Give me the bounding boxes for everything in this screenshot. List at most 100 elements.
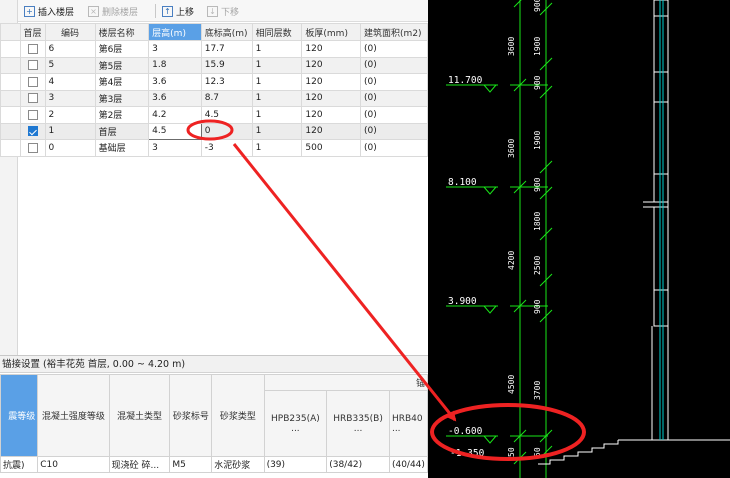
floor-row[interactable]: 3 第3层 3.6 8.7 1 120 (0) — [0, 89, 428, 107]
cell-bottom-elevation[interactable]: 8.7 — [200, 89, 253, 107]
col-hrb335[interactable]: HRB335(B) ... — [326, 390, 390, 457]
cell-bottom-elevation[interactable]: 4.5 — [200, 106, 253, 124]
row-indicator[interactable] — [0, 139, 21, 157]
cell-floor-height[interactable]: 3.6 — [148, 73, 202, 91]
col-mortar-grade[interactable]: 砂浆标号 — [169, 374, 213, 457]
cell-slab-thickness[interactable]: 120 — [301, 56, 362, 74]
first-floor-checkbox-box[interactable] — [27, 43, 38, 54]
cell-code[interactable]: 6 — [44, 40, 96, 58]
col-slab-thickness[interactable]: 板厚(mm) — [301, 23, 362, 41]
cell-floor-height[interactable]: 3 — [148, 40, 202, 58]
cell-same-floors[interactable]: 1 — [251, 106, 303, 124]
cell-bottom-elevation[interactable]: 0 — [200, 122, 253, 140]
col-concrete-grade[interactable]: 混凝土强度等级 — [37, 374, 110, 457]
row-indicator[interactable] — [0, 106, 21, 124]
cell-bottom-elevation[interactable]: 12.3 — [200, 73, 253, 91]
cell-floor-height[interactable]: 3 — [148, 139, 202, 157]
cell-slab-thickness[interactable]: 120 — [301, 106, 362, 124]
first-floor-checkbox-box[interactable] — [27, 126, 38, 136]
cell-building-area[interactable]: (0) — [360, 106, 428, 124]
first-floor-checkbox[interactable] — [19, 40, 46, 58]
anchor-row[interactable]: 抗震) C10 现浇砼 碎... M5 水泥砂浆 (39) (38/42) (4… — [0, 456, 428, 473]
cell-slab-thickness[interactable]: 120 — [301, 73, 362, 91]
cell-same-floors[interactable]: 1 — [251, 89, 303, 107]
cell-bottom-elevation[interactable]: 15.9 — [200, 56, 253, 74]
first-floor-checkbox[interactable] — [19, 122, 46, 140]
cell-same-floors[interactable]: 1 — [251, 122, 303, 140]
cell-bottom-elevation[interactable]: 17.7 — [200, 40, 253, 58]
cell-floor-height[interactable]: 1.8 — [148, 56, 202, 74]
col-floor-name[interactable]: 楼层名称 — [94, 23, 150, 41]
first-floor-checkbox[interactable] — [19, 89, 46, 107]
first-floor-checkbox[interactable] — [19, 139, 46, 157]
cell-mortar-grade[interactable]: M5 — [169, 456, 213, 473]
col-mortar-type[interactable]: 砂浆类型 — [211, 374, 265, 457]
cell-slab-thickness[interactable]: 120 — [301, 89, 362, 107]
col-building-area[interactable]: 建筑面积(m2) — [360, 23, 428, 41]
row-indicator[interactable] — [0, 73, 21, 91]
cell-floor-height[interactable]: 3.6 — [148, 89, 202, 107]
col-concrete-type[interactable]: 混凝土类型 — [108, 374, 171, 457]
cell-code[interactable]: 0 — [44, 139, 96, 157]
row-indicator[interactable] — [0, 56, 21, 74]
cell-same-floors[interactable]: 1 — [251, 40, 303, 58]
cell-concrete-grade[interactable]: C10 — [37, 456, 110, 473]
cell-floor-height[interactable]: 4.5 — [148, 122, 202, 140]
cell-floor-name[interactable]: 第4层 — [94, 73, 150, 91]
cell-code[interactable]: 1 — [44, 122, 96, 140]
cell-hrb335[interactable]: (38/42) — [326, 456, 390, 473]
cad-drawing-view[interactable]: 11.700 8.100 3.900 -0.600 -1.350 3600 36… — [428, 0, 730, 478]
cell-bottom-elevation[interactable]: -3 — [200, 139, 253, 157]
first-floor-checkbox-box[interactable] — [27, 76, 38, 87]
move-up-button[interactable]: ↑ 上移 — [162, 4, 194, 18]
col-hrb400[interactable]: HRB40 ... — [388, 390, 428, 457]
floor-row[interactable]: 6 第6层 3 17.7 1 120 (0) — [0, 40, 428, 58]
floor-row[interactable]: 0 基础层 3 -3 1 500 (0) — [0, 139, 428, 157]
move-down-button[interactable]: ↓ 下移 — [207, 4, 239, 18]
row-indicator[interactable] — [0, 122, 21, 140]
floor-row[interactable]: 2 第2层 4.2 4.5 1 120 (0) — [0, 106, 428, 124]
first-floor-checkbox-box[interactable] — [27, 109, 38, 120]
cell-code[interactable]: 4 — [44, 73, 96, 91]
cell-building-area[interactable]: (0) — [360, 139, 428, 157]
cell-building-area[interactable]: (0) — [360, 89, 428, 107]
col-bottom-elevation[interactable]: 底标高(m) — [200, 23, 253, 41]
cell-building-area[interactable]: (0) — [360, 40, 428, 58]
cell-mortar-type[interactable]: 水泥砂浆 — [211, 456, 265, 473]
first-floor-checkbox[interactable] — [19, 106, 46, 124]
cell-building-area[interactable]: (0) — [360, 56, 428, 74]
cell-hrb400[interactable]: (40/44) — [388, 456, 428, 473]
insert-floor-button[interactable]: + 插入楼层 — [24, 4, 74, 18]
col-same-floors[interactable]: 相同层数 — [251, 23, 303, 41]
floor-row[interactable]: 5 第5层 1.8 15.9 1 120 (0) — [0, 56, 428, 74]
cell-slab-thickness[interactable]: 120 — [301, 40, 362, 58]
cell-seismic-grade[interactable]: 抗震) — [0, 456, 39, 473]
cell-same-floors[interactable]: 1 — [251, 56, 303, 74]
first-floor-checkbox-box[interactable] — [27, 93, 38, 103]
cell-floor-name[interactable]: 首层 — [94, 122, 150, 140]
cell-building-area[interactable]: (0) — [360, 73, 428, 91]
cell-hpb235[interactable]: (39) — [263, 456, 328, 473]
cell-floor-height[interactable]: 4.2 — [148, 106, 202, 124]
first-floor-checkbox-box[interactable] — [27, 60, 38, 70]
col-first-floor[interactable]: 首层 — [19, 23, 46, 41]
cell-same-floors[interactable]: 1 — [251, 139, 303, 157]
floor-row[interactable]: 1 首层 4.5 0 1 120 (0) — [0, 122, 428, 140]
first-floor-checkbox[interactable] — [19, 73, 46, 91]
row-indicator[interactable] — [0, 40, 21, 58]
cell-same-floors[interactable]: 1 — [251, 73, 303, 91]
cell-floor-name[interactable]: 基础层 — [94, 139, 150, 157]
cell-concrete-type[interactable]: 现浇砼 碎... — [108, 456, 171, 473]
col-hpb235[interactable]: HPB235(A) ... — [263, 390, 328, 457]
cell-floor-name[interactable]: 第2层 — [94, 106, 150, 124]
cell-code[interactable]: 5 — [44, 56, 96, 74]
col-seismic-grade[interactable]: 震等级 — [0, 374, 39, 457]
cell-floor-name[interactable]: 第6层 — [94, 40, 150, 58]
first-floor-checkbox[interactable] — [19, 56, 46, 74]
first-floor-checkbox-box[interactable] — [27, 142, 38, 153]
cell-code[interactable]: 3 — [44, 89, 96, 107]
cell-building-area[interactable]: (0) — [360, 122, 428, 140]
delete-floor-button[interactable]: × 删除楼层 — [88, 4, 138, 18]
cell-floor-name[interactable]: 第3层 — [94, 89, 150, 107]
col-code[interactable]: 编码 — [44, 23, 96, 41]
